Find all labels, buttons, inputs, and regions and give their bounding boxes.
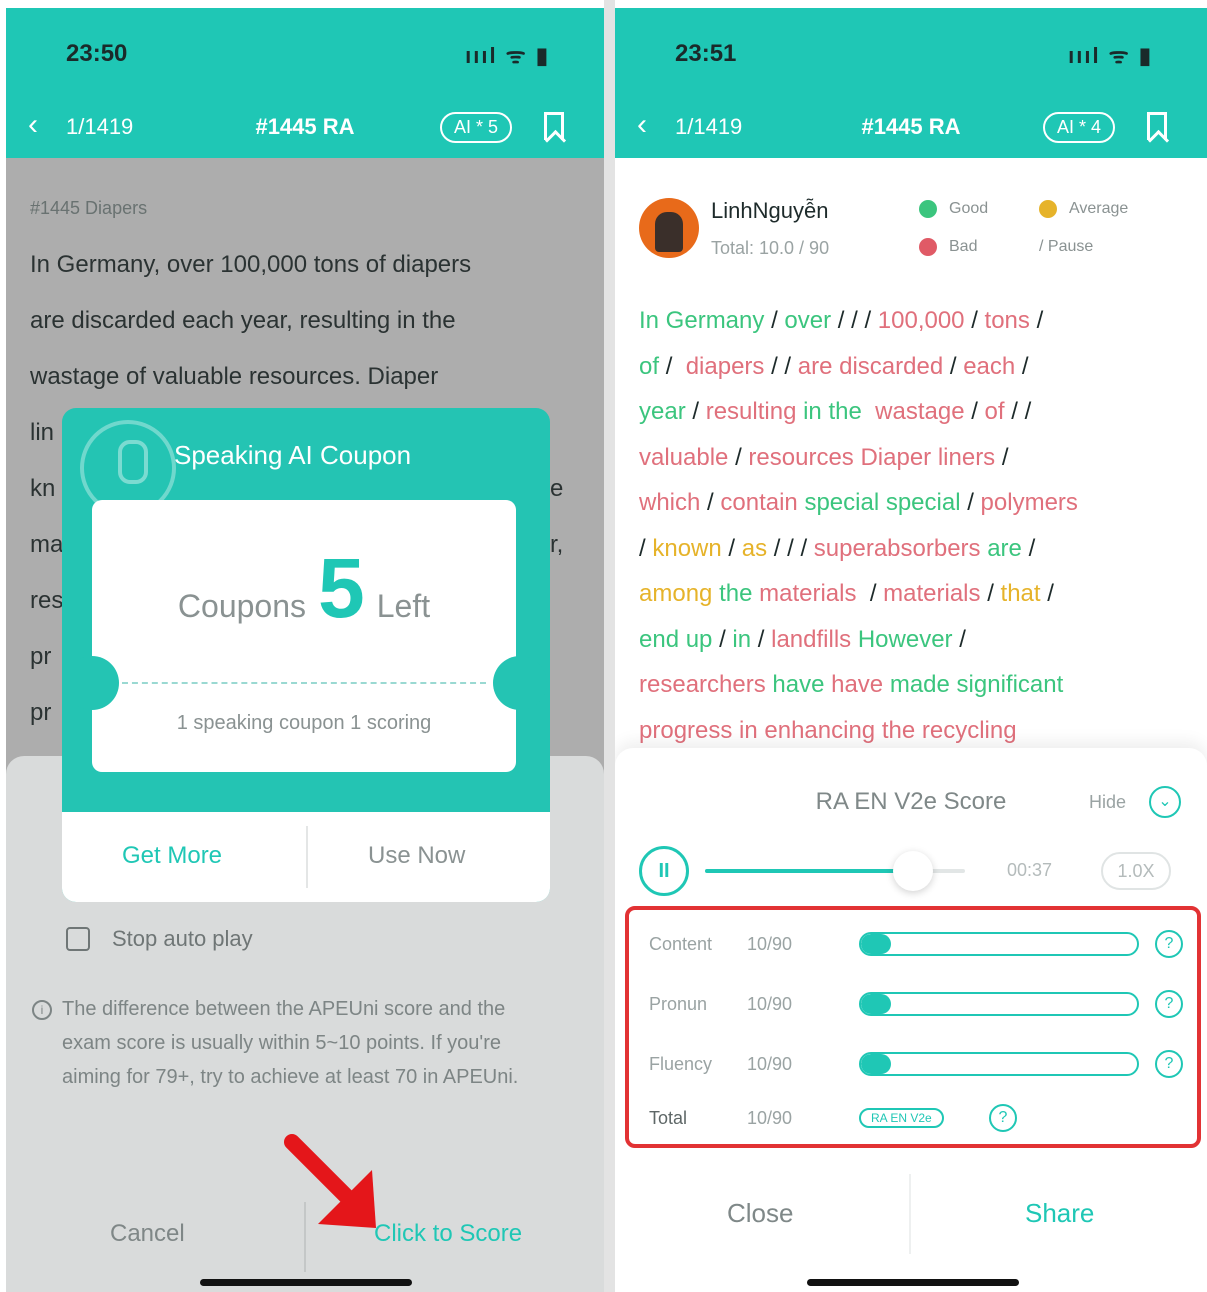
audio-player: II 00:37 1.0X [639, 846, 1179, 896]
score-bar-fill [861, 1054, 892, 1074]
use-now-button[interactable]: Use Now [368, 842, 465, 870]
coupon-count-prefix: Coupons [177, 588, 306, 624]
score-row-fluency: Fluency 10/90 ? [649, 1046, 1189, 1086]
help-icon[interactable]: ? [1155, 990, 1183, 1018]
score-value: 10/90 [747, 1054, 793, 1074]
help-icon[interactable]: ? [1155, 1050, 1183, 1078]
pause-icon[interactable]: II [639, 846, 689, 896]
ticket-notch-left [65, 656, 119, 710]
home-indicator[interactable] [200, 1279, 412, 1286]
bad-dot-icon [919, 238, 937, 256]
coupon-count-suffix: Left [376, 588, 431, 624]
status-time: 23:51 [675, 40, 737, 67]
status-time: 23:50 [66, 40, 128, 67]
score-row-pronun: Pronun 10/90 ? [649, 986, 1189, 1026]
audio-progress-track[interactable] [705, 851, 965, 891]
coupon-actions: Get More Use Now [62, 812, 550, 902]
help-icon[interactable]: ? [989, 1104, 1017, 1132]
stop-auto-play-option[interactable]: Stop auto play [66, 926, 253, 952]
ai-count-badge[interactable]: AI * 4 [1042, 112, 1115, 143]
legend-pause: / Pause [1039, 238, 1094, 255]
score-tip-text: The difference between the APEUni score … [62, 998, 519, 1088]
close-button[interactable]: Close [727, 1198, 793, 1229]
audio-time: 00:37 [1007, 860, 1053, 880]
user-total-score: Total: 10.0 / 90 [711, 238, 830, 258]
score-bottom-sheet: RA EN V2e Score Hide ⌄ II 00:37 1.0X Con… [615, 748, 1207, 1292]
playback-speed-button[interactable]: 1.0X [1101, 852, 1171, 890]
nav-bar: ‹ 1/1419 #1445 RA AI * 4 [615, 96, 1207, 158]
status-bar: 23:50 ıııl ᯤ ▮ [6, 8, 604, 96]
legend-good: Good [919, 200, 988, 218]
score-value: 10/90 [747, 994, 793, 1014]
red-arrow-annotation [284, 1134, 376, 1228]
checkbox[interactable] [66, 927, 90, 951]
bookmark-icon[interactable] [544, 112, 564, 140]
score-bar [859, 992, 1139, 1016]
avatar[interactable] [639, 198, 699, 258]
ai-count-badge[interactable]: AI * 5 [439, 112, 512, 143]
home-indicator[interactable] [807, 1279, 1019, 1286]
bookmark-icon[interactable] [1147, 112, 1167, 140]
status-icons: ıııl ᯤ ▮ [465, 43, 550, 68]
coupon-count: Coupons 5 Left [92, 540, 516, 637]
score-label: Content [649, 934, 713, 954]
audio-progress-fill [705, 869, 913, 873]
right-phone-screen: 23:51 ıııl ᯤ ▮ ‹ 1/1419 #1445 RA AI * 4 … [615, 8, 1207, 1292]
legend-average: Average [1039, 200, 1128, 218]
status-icons: ıııl ᯤ ▮ [1068, 43, 1153, 68]
score-row-content: Content 10/90 ? [649, 926, 1189, 966]
coupon-ticket: Coupons 5 Left 1 speaking coupon 1 scoring [92, 500, 516, 772]
score-tip: i The difference between the APEUni scor… [30, 992, 550, 1094]
ticket-perforation [122, 682, 486, 684]
version-badge[interactable]: RA EN V2e [859, 1108, 944, 1128]
question-title: #1445 RA [255, 114, 355, 139]
status-bar: 23:51 ıııl ᯤ ▮ [615, 8, 1207, 96]
left-phone-screen: 23:50 ıııl ᯤ ▮ ‹ 1/1419 #1445 RA AI * 5 … [6, 8, 604, 1292]
button-divider [909, 1174, 911, 1254]
average-dot-icon [1039, 200, 1057, 218]
score-bar [859, 1052, 1139, 1076]
get-more-button[interactable]: Get More [122, 842, 222, 870]
stop-auto-play-label: Stop auto play [112, 926, 253, 951]
red-highlight-box: Content 10/90 ? Pronun 10/90 ? Fluency 1… [625, 906, 1201, 1148]
screenshot-divider [604, 0, 615, 1292]
coupon-dialog-title: Speaking AI Coupon [174, 440, 412, 470]
score-value: 10/90 [747, 1108, 793, 1128]
score-label: Pronun [649, 994, 708, 1014]
good-dot-icon [919, 200, 937, 218]
coupon-count-number: 5 [318, 541, 365, 635]
cancel-button[interactable]: Cancel [110, 1220, 185, 1248]
info-icon: i [32, 1000, 52, 1020]
action-divider [306, 826, 308, 888]
annotated-transcript: In Germany / over / / / 100,000 / tons /… [639, 307, 1078, 744]
score-bar-fill [861, 934, 892, 954]
score-row-total: Total 10/90 RA EN V2e ? [649, 1100, 1189, 1140]
coupon-dialog: Speaking AI Coupon Coupons 5 Left 1 speaki… [62, 408, 550, 902]
score-value: 10/90 [747, 934, 793, 954]
share-button[interactable]: Share [1025, 1198, 1094, 1229]
score-bar [859, 932, 1139, 956]
hide-label[interactable]: Hide [1089, 792, 1126, 813]
ticket-notch-right [493, 656, 547, 710]
coupon-description: 1 speaking coupon 1 scoring [176, 712, 432, 734]
question-title: #1445 RA [861, 114, 961, 139]
score-label: Total [649, 1108, 688, 1128]
chevron-down-icon[interactable]: ⌄ [1149, 786, 1181, 818]
score-label: Fluency [649, 1054, 713, 1074]
score-bar-fill [861, 994, 892, 1014]
user-name: LinhNguyễn [711, 198, 829, 223]
legend-bad: Bad [919, 238, 977, 256]
click-to-score-button[interactable]: Click to Score [374, 1220, 522, 1248]
nav-bar: ‹ 1/1419 #1445 RA AI * 5 [6, 96, 604, 158]
help-icon[interactable]: ? [1155, 930, 1183, 958]
audio-scrubber-handle[interactable] [893, 851, 933, 891]
